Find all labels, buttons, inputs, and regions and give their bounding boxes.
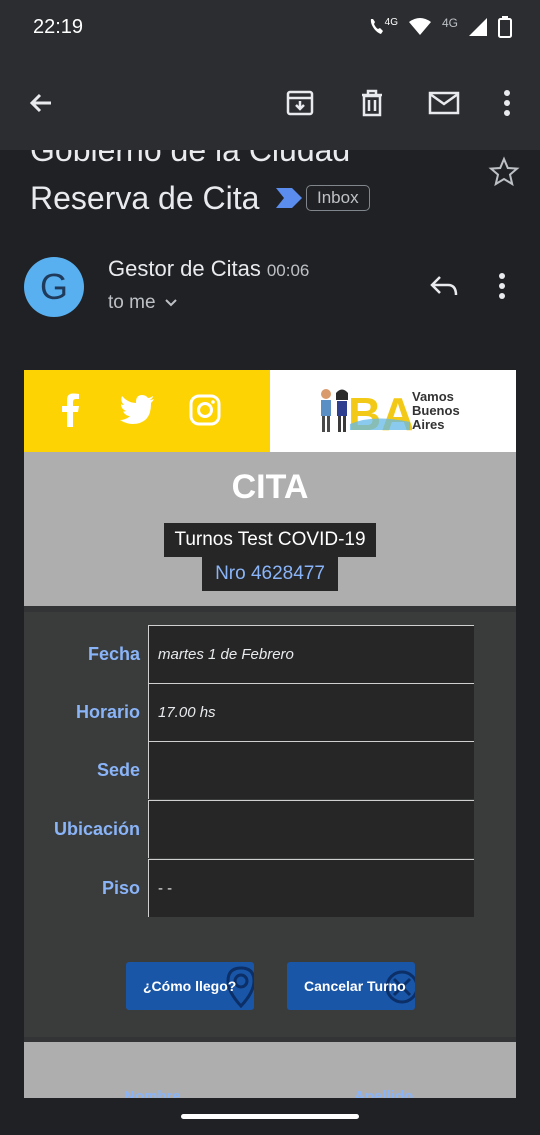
patient-section: Nombre Apellido [24,1042,516,1100]
chevron-down-icon [164,299,177,307]
network-label-2: 4G [441,16,458,30]
twitter-icon[interactable] [117,392,157,428]
home-gesture-handle[interactable] [181,1114,359,1119]
sender-name: Gestor de Citas [108,256,261,281]
ba-logo-text: Vamos Buenos Aires [412,389,460,432]
appointment-details: Fecha martes 1 de Febrero Horario 17.00 … [24,612,516,1037]
network-label: 4G [384,16,398,28]
star-icon[interactable] [488,156,520,188]
detail-label: Horario [75,702,140,722]
delete-icon[interactable] [355,86,389,120]
detail-value [148,800,474,858]
wifi-icon [408,18,431,35]
cita-header: CITA Turnos Test COVID-19 Nro 4628477 [24,452,516,606]
important-icon[interactable] [276,188,302,208]
battery-icon [498,16,512,38]
mark-unread-icon[interactable] [427,86,461,120]
archive-icon[interactable] [283,86,317,120]
detail-value [148,741,474,799]
ba-letters: BA [348,388,412,440]
subject-partial: Gobierno de la Ciudad [30,150,351,168]
navigation-bar [0,1098,540,1135]
facebook-icon[interactable] [52,392,88,428]
cita-title: CITA [231,468,309,506]
email-body: BA Vamos Buenos Aires CITA Turnos Test C… [24,370,516,1100]
detail-row-ubicacion: Ubicación [24,800,516,858]
message-more-icon[interactable] [498,272,506,300]
sender-row: G Gestor de Citas 00:06 to me [0,240,540,340]
top-toolbar [0,56,540,150]
banner: BA Vamos Buenos Aires [24,370,516,452]
detail-row-fecha: Fecha martes 1 de Febrero [24,625,516,683]
inbox-label[interactable]: Inbox [306,185,370,211]
social-banner [24,370,270,452]
detail-value: 17.00 hs [148,683,474,741]
appointment-type: Turnos Test COVID-19 [164,523,376,557]
avatar[interactable]: G [24,257,84,317]
status-bar: 22:19 4G 4G [0,0,540,56]
detail-label: Fecha [87,644,140,664]
status-icons: 4G 4G [367,16,512,38]
detail-label: Ubicación [53,819,140,839]
recipient-text: to me [108,292,156,313]
appointment-number: Nro 4628477 [202,557,338,591]
recipient-toggle[interactable]: to me [108,292,178,314]
reply-icon[interactable] [428,273,460,299]
vamos-buenos-aires-logo[interactable]: BA Vamos Buenos Aires [318,384,488,440]
how-to-get-button[interactable]: ¿Cómo llego? [126,962,254,1010]
email-subject: Reserva de Cita [30,180,260,216]
cancel-appointment-button[interactable]: Cancelar Turno [287,962,415,1010]
instagram-icon[interactable] [187,392,223,428]
detail-value: martes 1 de Febrero [148,625,474,683]
more-vert-icon[interactable] [490,86,524,120]
detail-row-sede: Sede [24,741,516,799]
detail-row-piso: Piso - - [24,859,516,917]
sender-name-line[interactable]: Gestor de Citas 00:06 [108,256,309,282]
status-time: 22:19 [33,16,84,38]
how-to-get-label: ¿Cómo llego? [143,978,237,994]
cancel-label: Cancelar Turno [304,978,406,994]
ba-logo-icon: BA [321,388,414,440]
detail-label: Sede [96,760,140,780]
detail-value: - - [148,859,474,917]
detail-label: Piso [101,878,140,898]
detail-row-horario: Horario 17.00 hs [24,683,516,741]
subject-area: Gobierno de la Ciudad Reserva de Cita In… [0,150,540,240]
signal-icon [469,18,487,36]
arrow-back-icon[interactable] [24,86,58,120]
email-time: 00:06 [266,261,310,280]
logo-banner: BA Vamos Buenos Aires [270,370,516,452]
